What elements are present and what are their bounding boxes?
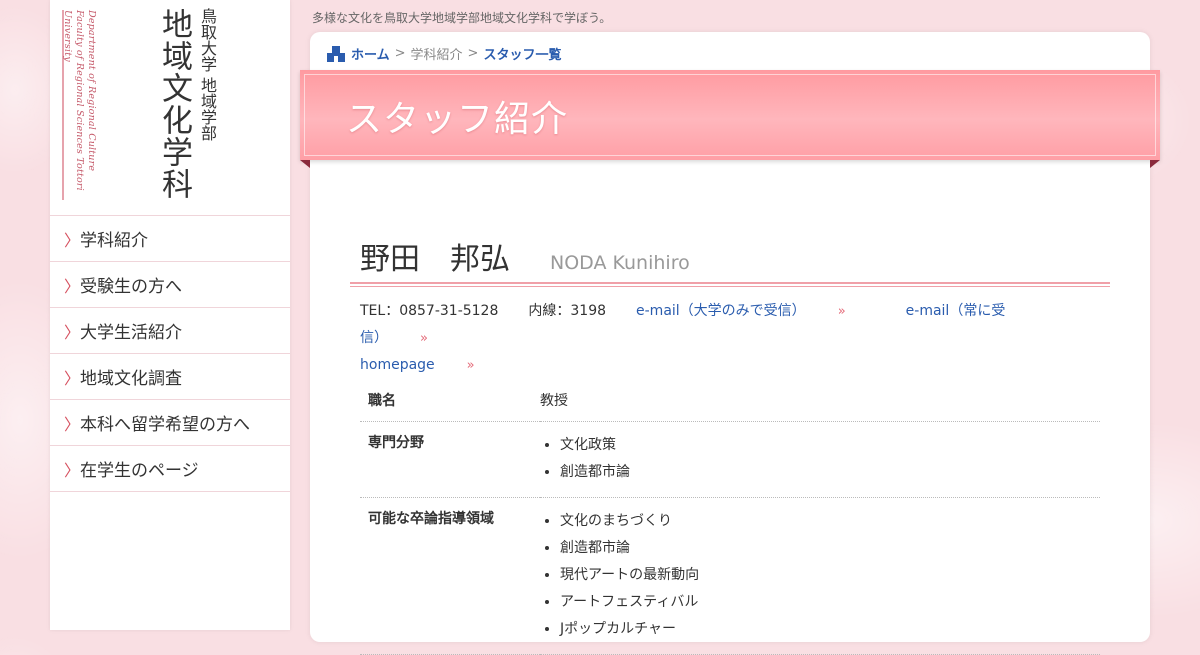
list-item: 創造都市論 bbox=[560, 535, 1100, 562]
breadcrumb-middle: 学科紹介 bbox=[410, 48, 463, 63]
table-row: 専門分野 文化政策 創造都市論 bbox=[360, 421, 1100, 498]
breadcrumb-current-link[interactable]: スタッフ一覧 bbox=[483, 44, 561, 63]
field-label: 専門分野 bbox=[360, 421, 540, 498]
chevron-right-icon: 〉 bbox=[64, 230, 81, 250]
staff-name-heading: 野田 邦弘 NODA Kunihiro bbox=[360, 234, 690, 278]
list-item: アートフェスティバル bbox=[560, 589, 1100, 616]
list-item: 現代アートの最新動向 bbox=[560, 562, 1100, 589]
nav-item-label: 在学生のページ bbox=[80, 461, 199, 481]
thesis-list: 文化のまちづくり 創造都市論 現代アートの最新動向 アートフェスティバル Jポッ… bbox=[540, 508, 1100, 643]
staff-name-english: NODA Kunihiro bbox=[550, 252, 690, 274]
email-university-link[interactable]: e-mail（大学のみで受信） » bbox=[636, 303, 876, 319]
logo-english: Department of Regional Culture Faculty o… bbox=[62, 10, 97, 200]
breadcrumb-home-link[interactable]: ホーム bbox=[351, 44, 390, 63]
thesis-label: 可能な卒論指導領域 bbox=[360, 497, 540, 655]
site-logo[interactable]: Department of Regional Culture Faculty o… bbox=[50, 0, 290, 215]
nav-item-study-abroad[interactable]: 〉本科へ留学希望の方へ bbox=[50, 400, 290, 446]
position-value: 教授 bbox=[540, 380, 1100, 422]
link-label: homepage bbox=[360, 357, 435, 373]
logo-subtitle: 鳥取大学 地域学部 bbox=[198, 8, 217, 142]
homepage-link[interactable]: homepage » bbox=[360, 357, 505, 373]
site-tagline: 多様な文化を鳥取大学地域学部地域文化学科で学ぼう。 bbox=[312, 11, 612, 25]
heading-divider bbox=[350, 282, 1110, 284]
chevron-right-icon: 〉 bbox=[64, 322, 81, 342]
home-icon bbox=[327, 45, 345, 62]
double-chevron-right-icon: » bbox=[466, 358, 475, 373]
double-chevron-right-icon: » bbox=[837, 304, 846, 319]
contact-info: TEL：0857-31-5128 内線：3198 e-mail（大学のみで受信）» e… bbox=[360, 298, 1120, 379]
chevron-right-icon: 〉 bbox=[64, 368, 81, 388]
field-list: 文化政策 創造都市論 bbox=[540, 432, 1100, 486]
nav-item-label: 大学生活紹介 bbox=[80, 323, 182, 343]
nav-item-label: 学科紹介 bbox=[80, 231, 148, 251]
phone-number: TEL：0857-31-5128 bbox=[360, 303, 499, 319]
list-item: 創造都市論 bbox=[560, 459, 1100, 486]
list-item: 文化のまちづくり bbox=[560, 508, 1100, 535]
sidebar: Department of Regional Culture Faculty o… bbox=[50, 0, 290, 630]
nav-item-department[interactable]: 〉学科紹介 bbox=[50, 216, 290, 262]
table-row: 可能な卒論指導領域 文化のまちづくり 創造都市論 現代アートの最新動向 アートフ… bbox=[360, 497, 1100, 655]
chevron-right-icon: 〉 bbox=[64, 460, 81, 480]
breadcrumb-separator: > bbox=[467, 46, 479, 61]
thesis-values: 文化のまちづくり 創造都市論 現代アートの最新動向 アートフェスティバル Jポッ… bbox=[540, 497, 1100, 655]
breadcrumb: ホーム > 学科紹介 > スタッフ一覧 bbox=[327, 44, 561, 63]
link-label: e-mail（大学のみで受信） bbox=[636, 303, 806, 319]
double-chevron-right-icon: » bbox=[420, 331, 428, 346]
staff-info-table: 職名 教授 専門分野 文化政策 創造都市論 可能な卒論指導領域 文化のまちづくり… bbox=[360, 380, 1100, 655]
nav-item-students[interactable]: 〉在学生のページ bbox=[50, 446, 290, 492]
nav-item-label: 地域文化調査 bbox=[80, 369, 182, 389]
logo-main-title: 地域文化学科 bbox=[156, 8, 192, 200]
page-title: スタッフ紹介 bbox=[346, 99, 569, 140]
nav-item-campus-life[interactable]: 〉大学生活紹介 bbox=[50, 308, 290, 354]
chevron-right-icon: 〉 bbox=[64, 276, 81, 296]
nav-item-survey[interactable]: 〉地域文化調査 bbox=[50, 354, 290, 400]
breadcrumb-separator: > bbox=[394, 46, 406, 61]
chevron-right-icon: 〉 bbox=[64, 414, 81, 434]
banner-fold-left bbox=[300, 160, 310, 168]
nav-item-label: 本科へ留学希望の方へ bbox=[80, 415, 250, 435]
list-item: 文化政策 bbox=[560, 432, 1100, 459]
sidebar-nav: 〉学科紹介 〉受験生の方へ 〉大学生活紹介 〉地域文化調査 〉本科へ留学希望の方… bbox=[50, 215, 290, 492]
extension-number: 内線：3198 bbox=[528, 303, 607, 319]
position-label: 職名 bbox=[360, 380, 540, 422]
field-values: 文化政策 創造都市論 bbox=[540, 421, 1100, 498]
heading-divider bbox=[350, 286, 1110, 287]
nav-item-label: 受験生の方へ bbox=[80, 277, 182, 297]
nav-item-applicants[interactable]: 〉受験生の方へ bbox=[50, 262, 290, 308]
staff-name-japanese: 野田 邦弘 bbox=[360, 242, 510, 277]
page-banner: スタッフ紹介 bbox=[300, 70, 1160, 160]
table-row: 職名 教授 bbox=[360, 380, 1100, 422]
banner-fold-right bbox=[1150, 160, 1160, 168]
